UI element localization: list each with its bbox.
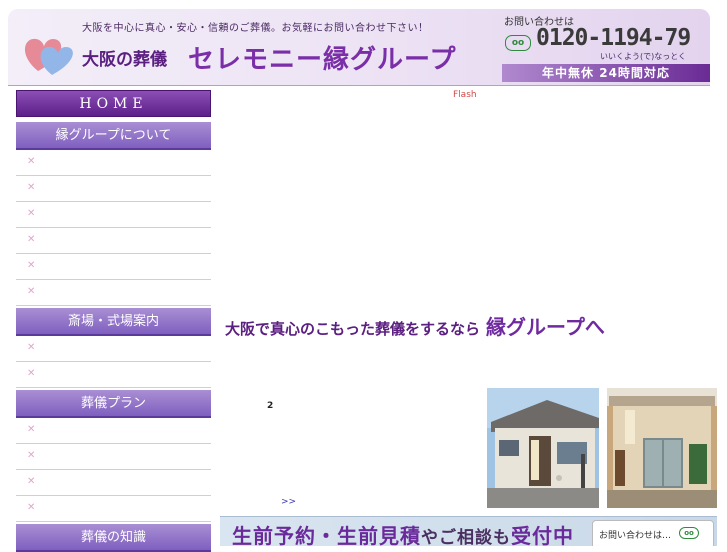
bullet-icon: ✕ [27,476,36,487]
catch-copy-lead: 大阪で真心のこもった葬儀をするなら [225,320,481,338]
bullet-icon: ✕ [27,156,36,167]
bullet-icon: ✕ [27,368,36,379]
brand-name[interactable]: セレモニー縁グループ [188,39,456,76]
hearts-logo-icon [24,38,73,75]
bullet-icon: ✕ [27,286,36,297]
bullet-icon: ✕ [27,424,36,435]
sidebar-item[interactable]: ✕ [16,362,211,388]
sidebar-section-knowledge[interactable]: 葬儀の知識 [16,524,211,552]
more-link[interactable]: >> [281,497,296,507]
catch-copy-brand: 縁グループへ [486,315,605,339]
sidebar-section-about[interactable]: 縁グループについて [16,122,211,150]
freedial-icon: oo [505,35,531,51]
banner-text-mid: やご相談も [421,528,511,546]
bullet-icon: ✕ [27,182,36,193]
home-button[interactable]: HOME [16,90,211,117]
sidebar-section-plans[interactable]: 葬儀プラン [16,390,211,418]
sidebar-item[interactable]: ✕ [16,176,211,202]
bullet-icon: ✕ [27,502,36,513]
banner-text: 生前予約・生前見積やご相談も受付中 [232,520,574,546]
banner-inquiry-label: お問い合わせは… [599,531,672,541]
bullet-icon: ✕ [27,342,36,353]
sidebar-item[interactable]: ✕ [16,254,211,280]
phone-reading: いいくよう(で)なっとく [600,52,687,61]
sidebar-item[interactable]: ✕ [16,336,211,362]
banner-inquiry-box[interactable]: お問い合わせは… oo [592,520,714,546]
sidebar-item[interactable]: ✕ [16,202,211,228]
hours-banner: 年中無休 24時間対応 [502,64,710,82]
catch-copy: 大阪で真心のこもった葬儀をするなら 縁グループへ [225,311,605,340]
bullet-icon: ✕ [27,208,36,219]
sidebar-section-venues[interactable]: 斎場・式場案内 [16,308,211,336]
flash-placeholder: Flash [453,90,477,100]
hall-entrance-photo[interactable] [607,388,717,508]
funeral-hall-photo[interactable] [487,388,599,508]
bullet-icon: ✕ [27,450,36,461]
sidebar-item[interactable]: ✕ [16,444,211,470]
bullet-icon: ✕ [27,260,36,271]
banner-text-end: 受付中 [511,524,574,546]
sidebar-item[interactable]: ✕ [16,496,211,522]
image-marker: 2 [267,401,274,411]
brand-subtitle: 大阪の葬儀 [82,50,167,70]
site-header: 大阪を中心に真心・安心・信頼のご葬儀。お気軽にお問い合わせ下さい！ 大阪の葬儀 … [8,9,710,86]
phone-number[interactable]: 0120-1194-79 [536,25,691,51]
bullet-icon: ✕ [27,234,36,245]
pre-arrangement-banner[interactable]: 生前予約・生前見積やご相談も受付中 お問い合わせは… oo [220,516,717,546]
sidebar-item[interactable]: ✕ [16,228,211,254]
freedial-icon: oo [679,527,699,539]
banner-text-main: 生前予約・生前見積 [232,524,421,546]
sidebar-item[interactable]: ✕ [16,280,211,306]
header-tagline: 大阪を中心に真心・安心・信頼のご葬儀。お気軽にお問い合わせ下さい！ [82,23,429,34]
sidebar-nav: HOME 縁グループについて ✕ ✕ ✕ ✕ ✕ ✕ 斎場・式場案内 ✕ ✕ 葬… [16,90,211,552]
sidebar-item[interactable]: ✕ [16,470,211,496]
sidebar-item[interactable]: ✕ [16,150,211,176]
sidebar-item[interactable]: ✕ [16,418,211,444]
